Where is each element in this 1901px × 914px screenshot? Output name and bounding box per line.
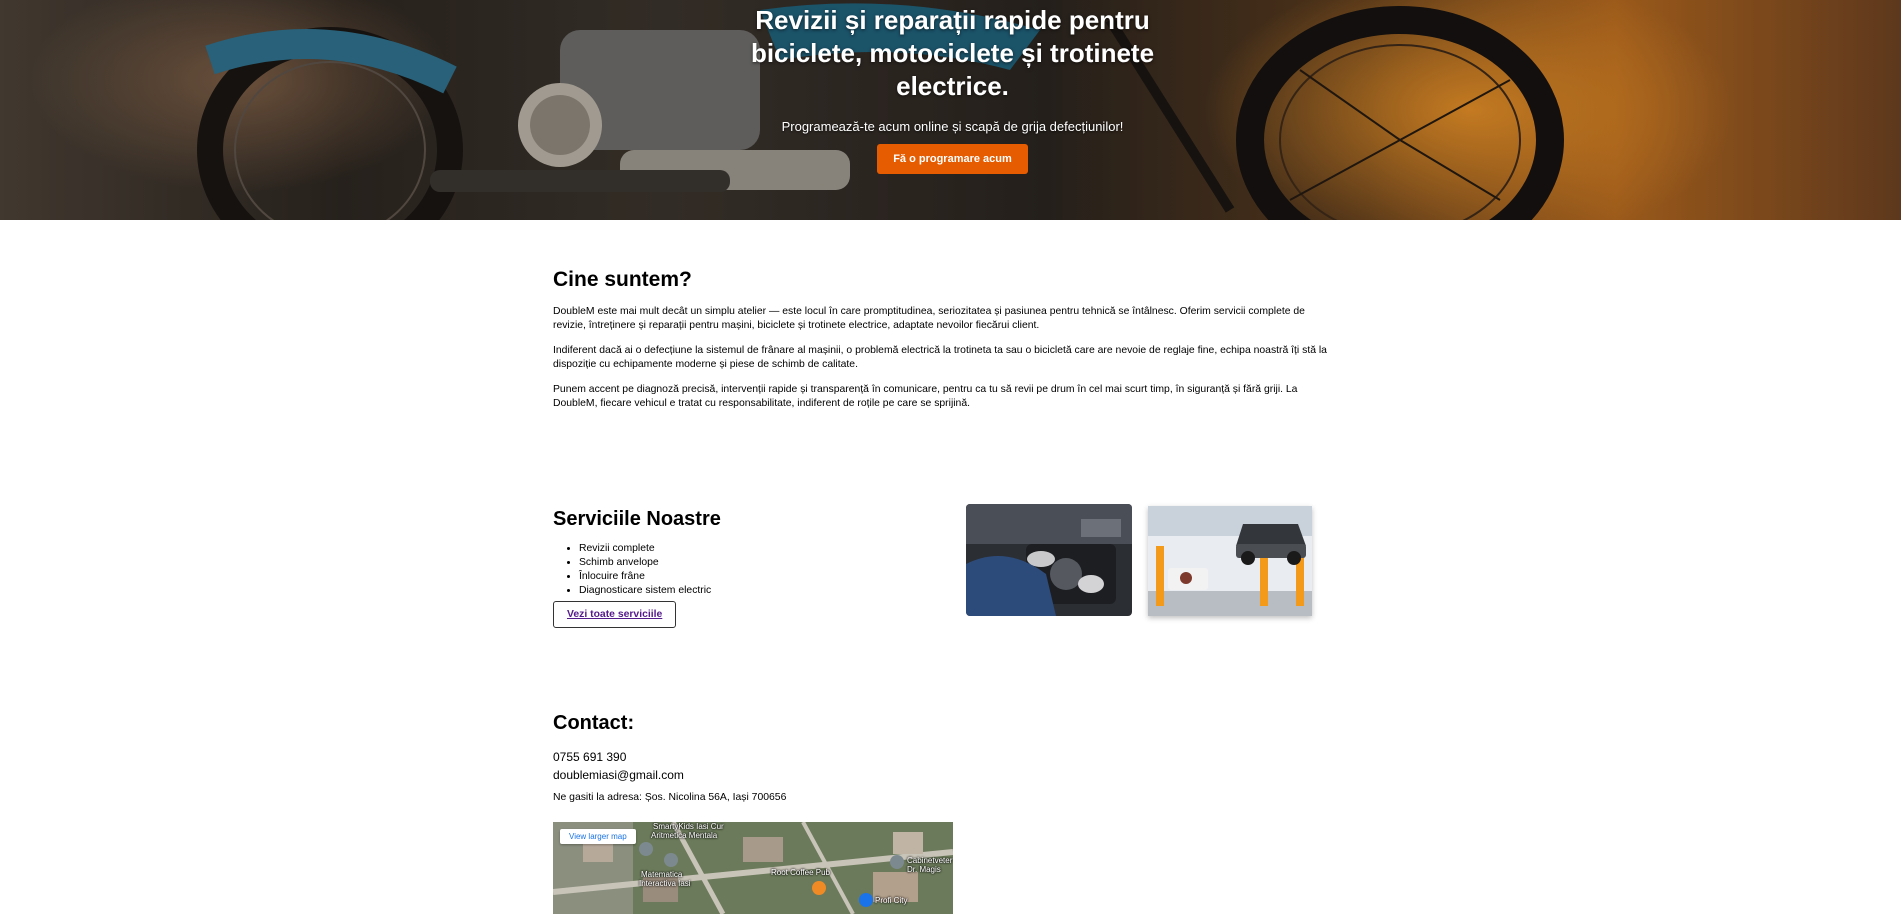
about-paragraph: Punem accent pe diagnoză precisă, interv… (553, 384, 1298, 409)
about-heading: Cine suntem? (553, 268, 692, 291)
services-heading: Serviciile Noastre (553, 508, 721, 530)
map-place-label: Profi City (875, 896, 908, 905)
phone-number: 0755 691 390 (553, 750, 627, 764)
car-lift-photo (1148, 506, 1312, 616)
service-item: Diagnosticare sistem electric (579, 584, 953, 598)
hero-banner: Revizii și reparații rapide pentru bicic… (0, 0, 1901, 220)
service-item: Revizii complete (579, 542, 953, 556)
address-text: Ne gasiti la adresa: Șos. Nicolina 56A, … (553, 792, 787, 803)
service-item: Înlocuire frâne (579, 570, 953, 584)
service-item: Schimb anvelope (579, 556, 953, 570)
services-section: Serviciile Noastre Revizii complete Schi… (553, 508, 953, 628)
hero-content: Revizii și reparații rapide pentru bicic… (650, 4, 1255, 174)
map-place-label: SmartyKids Iasi Cur (653, 822, 724, 831)
embedded-map[interactable]: View larger map SmartyKids Iasi Cur Arit… (553, 822, 953, 914)
services-list: Revizii complete Schimb anvelope Înlocui… (553, 542, 953, 598)
view-larger-map-link[interactable]: View larger map (560, 829, 636, 844)
map-place-label: Root Coffee Pub (771, 868, 831, 877)
map-place-label: Interactiva Iasi (639, 879, 691, 888)
hero-subtitle: Programează-te acum online și scapă de g… (781, 119, 1124, 134)
contact-section: Contact: 0755 691 390 doublemiasi@gmail.… (553, 712, 1053, 803)
mechanic-engine-photo (966, 504, 1132, 616)
email-address: doublemiasi@gmail.com (553, 768, 684, 782)
contact-heading: Contact: (553, 712, 635, 734)
all-services-link[interactable]: Vezi toate serviciile (553, 601, 677, 628)
book-appointment-button[interactable]: Fă o programare acum (877, 144, 1028, 174)
map-place-label: Dr. Magis (907, 865, 941, 874)
map-place-label: Cabinetveter (907, 856, 953, 865)
about-paragraph: DoubleM este mai mult decât un simplu at… (553, 306, 1305, 331)
map-place-label: Aritmetica Mentala (651, 831, 718, 840)
about-paragraph: Indiferent dacă ai o defecțiune la siste… (553, 345, 1327, 370)
map-place-label: Matematica (641, 870, 683, 879)
hero-title: Revizii și reparații rapide pentru bicic… (750, 5, 1155, 101)
about-section: Cine suntem? DoubleM este mai mult decât… (553, 268, 1335, 422)
